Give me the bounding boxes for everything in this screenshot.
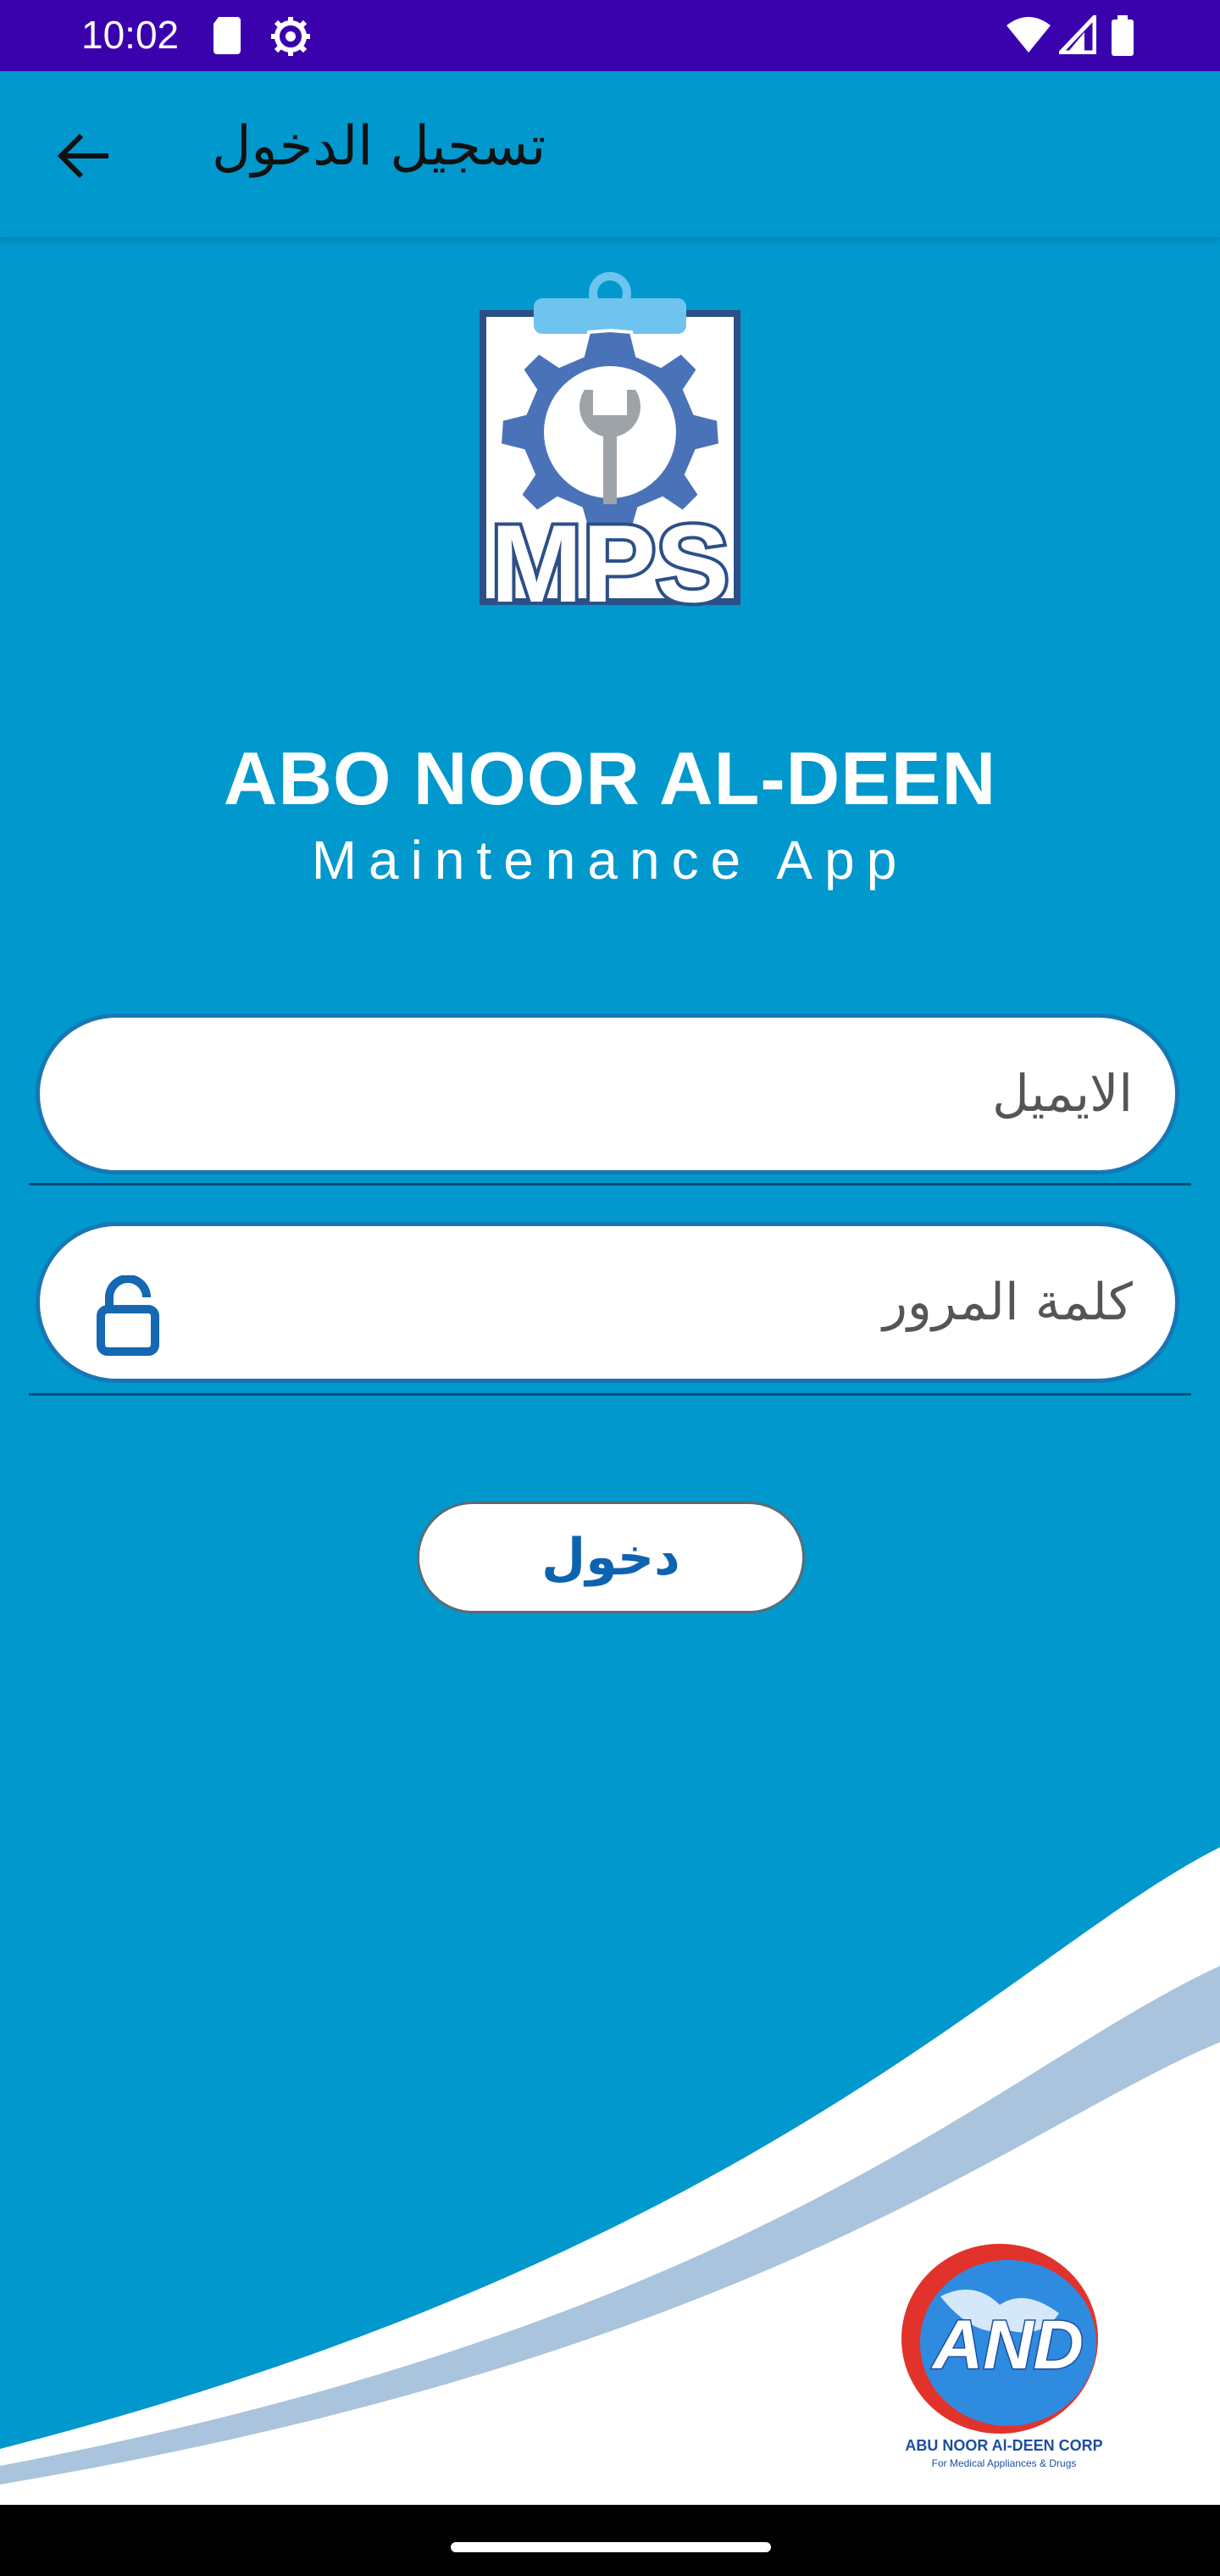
navigation-bar [0, 2505, 1220, 2576]
email-input[interactable] [192, 1063, 1134, 1124]
login-button[interactable]: دخول [417, 1502, 805, 1613]
sd-card-icon [214, 17, 241, 54]
brand-subtitle: Maintenance App [311, 830, 909, 891]
corp-logo-text: AND [931, 2307, 1084, 2384]
battery-icon [1112, 15, 1134, 56]
corp-tagline: For Medical Appliances & Drugs [931, 2457, 1077, 2469]
signal-icon [1059, 15, 1096, 54]
password-underline [29, 1393, 1191, 1396]
wifi-icon [1006, 17, 1051, 53]
password-field[interactable] [36, 1222, 1179, 1383]
email-underline [29, 1183, 1191, 1185]
home-indicator[interactable] [451, 2542, 771, 2552]
corp-name: ABU NOOR Al-DEEN CORP [905, 2437, 1103, 2454]
lock-icon[interactable] [87, 1275, 169, 1357]
mps-logo-text: MPS [491, 502, 729, 625]
app-bar: تسجيل الدخول [0, 71, 1220, 239]
settings-icon [271, 17, 310, 56]
status-time: 10:02 [81, 13, 180, 57]
login-button-label: دخول [541, 1528, 680, 1587]
status-bar: 10:02 [0, 0, 1220, 71]
back-arrow-icon[interactable] [51, 122, 119, 190]
mps-logo: MPS [480, 272, 740, 629]
email-field[interactable] [36, 1013, 1179, 1174]
page-title: تسجيل الدخول [212, 115, 546, 178]
brand-title: ABO NOOR AL-DEEN [223, 736, 997, 820]
password-input[interactable] [192, 1272, 1134, 1333]
